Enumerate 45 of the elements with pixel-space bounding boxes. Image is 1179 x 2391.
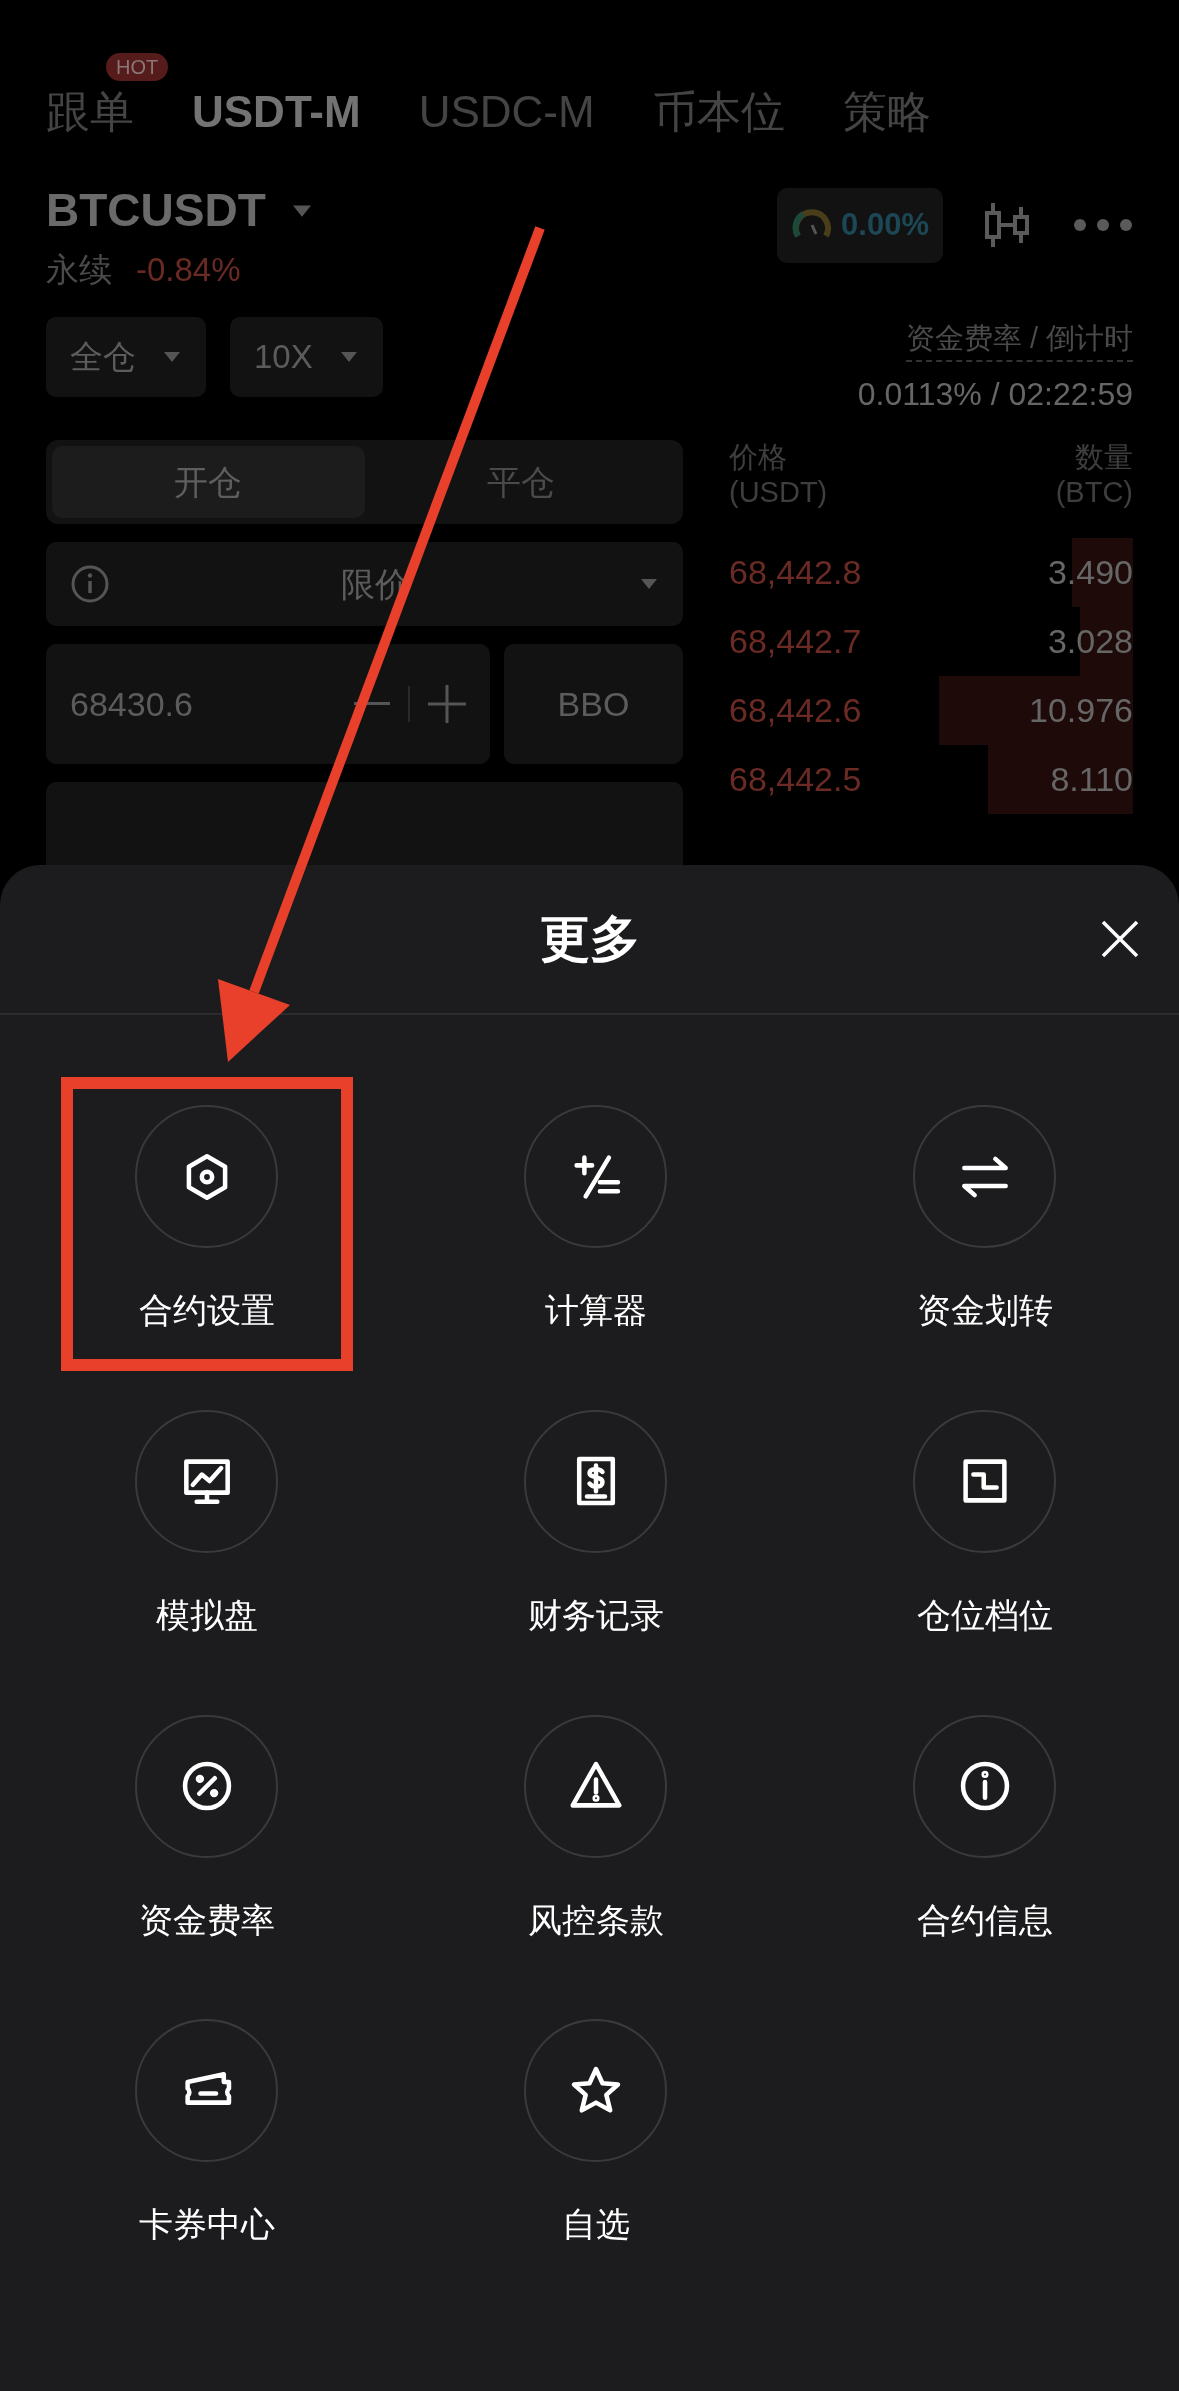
hot-badge: HOT [106, 53, 169, 81]
bbo-button[interactable]: BBO [504, 644, 683, 764]
ask-amount: 3.028 [1047, 620, 1133, 662]
column-unit: (BTC) [1055, 474, 1133, 510]
column-header: 价格 [729, 440, 788, 475]
order-row[interactable]: 68,442.7 3.028 [729, 606, 1133, 676]
info-icon [70, 564, 110, 604]
contract-type: 永续 [46, 250, 112, 290]
pair-symbol[interactable]: BTCUSDT [46, 176, 266, 245]
side-tab[interactable]: 开仓 [52, 446, 365, 518]
price-value: 68430.6 [70, 683, 193, 725]
dropdown[interactable]: 10X [230, 316, 383, 397]
column-unit: (USDT) [729, 474, 828, 510]
more-icon[interactable] [1073, 218, 1133, 233]
ask-amount: 10.976 [1029, 689, 1133, 731]
funding-value: 0.0113% / 02:22:59 [857, 375, 1133, 414]
dropdown-label: 全仓 [70, 336, 136, 377]
sentiment-value: 0.00% [841, 206, 929, 244]
ask-price[interactable]: 68,442.8 [729, 546, 862, 598]
minus-icon[interactable] [354, 702, 390, 706]
column-header: 数量 [1074, 440, 1133, 475]
funding-label[interactable]: 资金费率 / 倒计时 [905, 316, 1133, 362]
order-row[interactable]: 68,442.8 3.490 [729, 537, 1133, 607]
tab[interactable]: 币本位 [652, 79, 785, 145]
tab[interactable]: 跟单 [46, 79, 134, 145]
sentiment-pill[interactable]: 0.00% [777, 188, 943, 263]
side-tab[interactable]: 平仓 [364, 446, 677, 518]
sheet-title: 更多 [539, 909, 640, 969]
dropdown[interactable]: 全仓 [46, 316, 206, 397]
order-row[interactable]: 68,442.6 10.976 [729, 675, 1133, 745]
close-button[interactable] [1101, 920, 1139, 958]
ask-price[interactable]: 68,442.6 [729, 684, 862, 736]
ask-amount: 8.110 [1050, 758, 1133, 800]
plus-icon[interactable] [428, 685, 466, 723]
tab[interactable]: USDC-M [418, 79, 595, 145]
close-icon [1101, 920, 1139, 958]
price-change: -0.84% [136, 250, 241, 290]
tab[interactable]: USDT-M [192, 79, 361, 145]
ask-price[interactable]: 68,442.5 [729, 753, 862, 805]
dropdown-label: 10X [254, 336, 313, 377]
ask-price[interactable]: 68,442.7 [729, 615, 862, 667]
ask-amount: 3.490 [1047, 551, 1133, 593]
order-row[interactable]: 68,442.5 8.110 [729, 744, 1133, 814]
tab[interactable]: 策略 [842, 79, 931, 145]
price-field[interactable]: 68430.6 [46, 644, 490, 764]
